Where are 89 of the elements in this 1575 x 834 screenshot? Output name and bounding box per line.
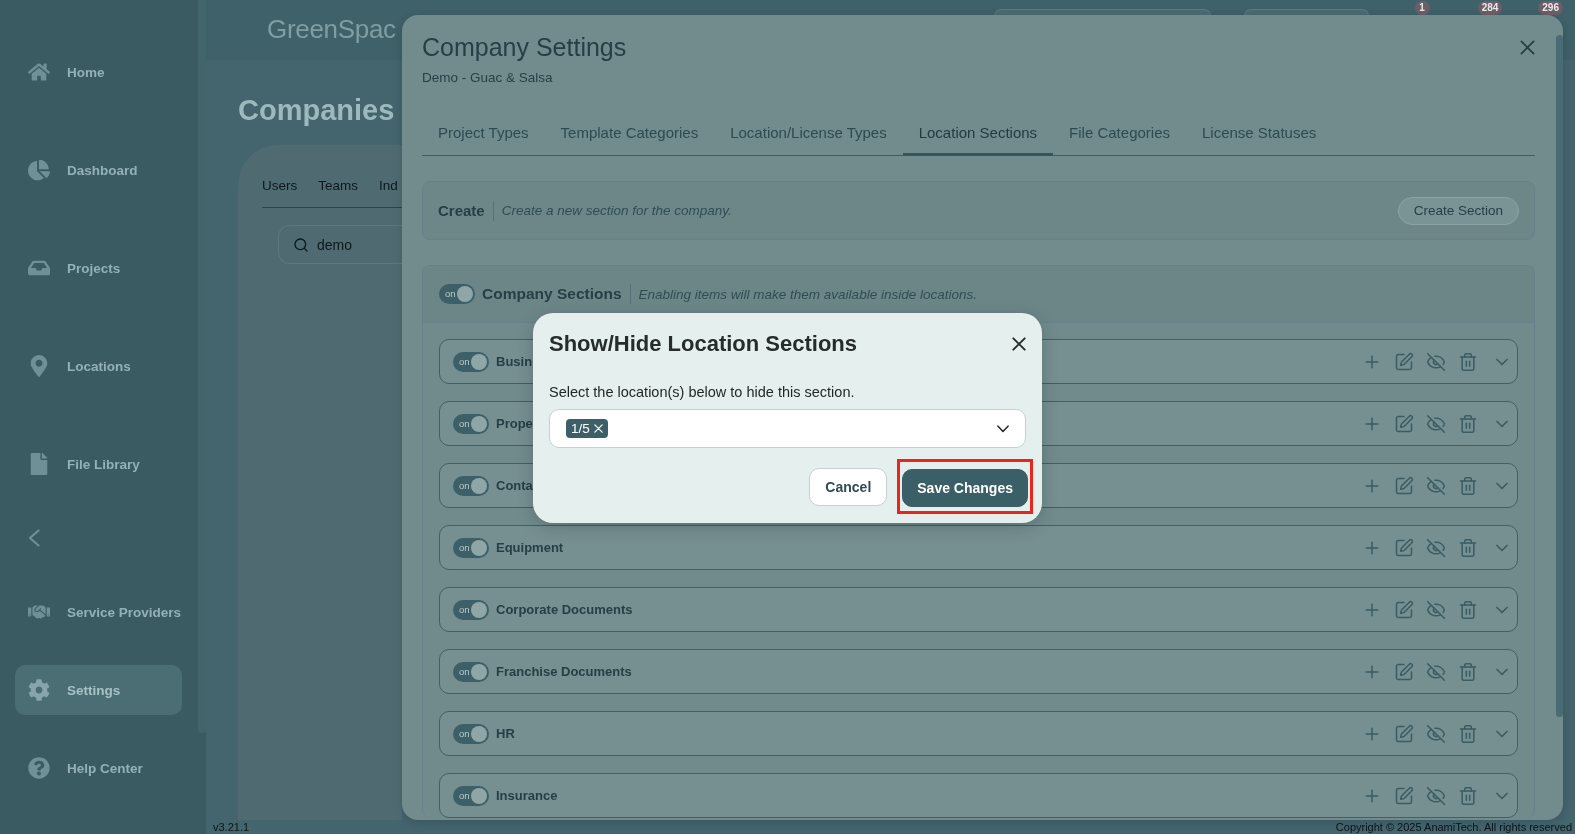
logo: GreenSpac	[267, 14, 396, 44]
section-name: Corporate Documents	[496, 602, 633, 617]
trash-icon[interactable]	[1458, 599, 1478, 620]
trash-icon[interactable]	[1458, 351, 1478, 372]
eye-slash-icon[interactable]	[1426, 351, 1446, 372]
toggle-switch[interactable]: on	[453, 785, 489, 806]
sidebar-item[interactable]: Service Providers	[15, 587, 182, 637]
notification-count: 296	[1538, 1, 1563, 15]
section-name: Conta	[496, 478, 533, 493]
sidebar-item[interactable]: File Library	[15, 439, 182, 489]
page-title: Companies	[238, 93, 396, 128]
create-section-button[interactable]: Create Section	[1397, 196, 1519, 225]
eye-slash-icon[interactable]	[1426, 413, 1446, 434]
edit-icon[interactable]	[1394, 413, 1414, 434]
edit-icon[interactable]	[1394, 351, 1414, 372]
tab[interactable]: Teams	[318, 175, 359, 197]
chevron-down-icon[interactable]	[997, 424, 1009, 433]
section-name: HR	[496, 726, 515, 741]
tab[interactable]: Template Categories	[544, 110, 715, 156]
panel-hint: Enabling items will make them available inside locations.	[638, 286, 977, 302]
sidebar-item[interactable]: Home	[15, 47, 182, 97]
eye-slash-icon[interactable]	[1426, 723, 1446, 744]
toggle-switch[interactable]: on	[453, 351, 489, 372]
edit-icon[interactable]	[1394, 475, 1414, 496]
notification-count: 284	[1477, 1, 1503, 15]
edit-icon[interactable]	[1394, 661, 1414, 682]
trash-icon[interactable]	[1458, 661, 1478, 682]
toggle-switch[interactable]: on	[453, 661, 489, 682]
section-name: Insurance	[496, 788, 558, 803]
sidebar-item[interactable]: Settings	[15, 665, 182, 715]
eye-slash-icon[interactable]	[1426, 537, 1446, 558]
panel-label: Create	[438, 202, 485, 219]
modal-title: Company Settings	[422, 32, 627, 63]
chevron-left-icon[interactable]	[28, 529, 40, 547]
modal-subtitle: Demo - Guac & Salsa	[422, 69, 554, 87]
tab[interactable]: Project Types	[422, 110, 545, 156]
tab[interactable]: License Statuses	[1186, 110, 1333, 156]
tab[interactable]: Users	[262, 175, 298, 197]
sidebar-item[interactable]: Projects	[15, 243, 182, 293]
file-icon	[28, 453, 50, 475]
eye-slash-icon[interactable]	[1426, 475, 1446, 496]
toggle-switch[interactable]: on	[453, 599, 489, 620]
cancel-button[interactable]: Cancel	[809, 467, 888, 506]
eye-slash-icon[interactable]	[1426, 785, 1446, 806]
section-name: Busin	[496, 354, 533, 369]
copyright-text: Copyright © 2025 AnamiTech. All rights reserved	[1335, 820, 1572, 834]
tab[interactable]: Location/License Types	[714, 110, 903, 156]
toggle-switch[interactable]: on	[439, 284, 475, 304]
save-button[interactable]: Save Changes	[902, 469, 1028, 507]
close-icon[interactable]	[1012, 337, 1026, 351]
scrollbar-thumb[interactable]	[1556, 35, 1563, 717]
edit-icon[interactable]	[1394, 537, 1414, 558]
sidebar-item[interactable]: Locations	[15, 341, 182, 391]
location-select[interactable]: 1/5	[549, 409, 1026, 448]
dialog-title: Show/Hide Location Sections	[549, 330, 858, 358]
panel-title: Company Sections	[482, 285, 622, 303]
trash-icon[interactable]	[1458, 537, 1478, 558]
tab[interactable]: Ind	[379, 175, 398, 197]
tab[interactable]: Location Sections	[902, 110, 1054, 156]
pie-chart-icon	[28, 159, 50, 181]
help-icon	[28, 757, 50, 779]
trash-icon[interactable]	[1458, 723, 1478, 744]
tag-text: 1/5	[571, 421, 590, 436]
tab[interactable]: File Categories	[1053, 110, 1186, 156]
trash-icon[interactable]	[1458, 475, 1478, 496]
toggle-switch[interactable]: on	[453, 475, 489, 496]
eye-slash-icon[interactable]	[1426, 661, 1446, 682]
home-icon	[28, 61, 50, 83]
sidebar-item[interactable]: Help Center	[15, 743, 182, 793]
toggle-switch[interactable]: on	[453, 413, 489, 434]
eye-slash-icon[interactable]	[1426, 599, 1446, 620]
search-icon	[293, 236, 309, 253]
dialog-prompt: Select the location(s) below to hide this section.	[549, 383, 856, 402]
map-pin-icon	[28, 355, 50, 377]
edit-icon[interactable]	[1394, 785, 1414, 806]
toggle-switch[interactable]: on	[453, 723, 489, 744]
settings-icon	[28, 679, 50, 701]
notification-count: 1	[1414, 1, 1430, 15]
edit-icon[interactable]	[1394, 599, 1414, 620]
section-name: Equipment	[496, 540, 564, 555]
toggle-switch[interactable]: on	[453, 537, 489, 558]
sidebar-item[interactable]: Dashboard	[15, 145, 182, 195]
trash-icon[interactable]	[1458, 785, 1478, 806]
trash-icon[interactable]	[1458, 413, 1478, 434]
section-name: Franchise Documents	[496, 664, 632, 679]
version-label: v3.21.1	[213, 820, 250, 834]
section-name: Prope	[496, 416, 533, 431]
panel-hint: Create a new section for the company.	[501, 203, 732, 218]
edit-icon[interactable]	[1394, 723, 1414, 744]
